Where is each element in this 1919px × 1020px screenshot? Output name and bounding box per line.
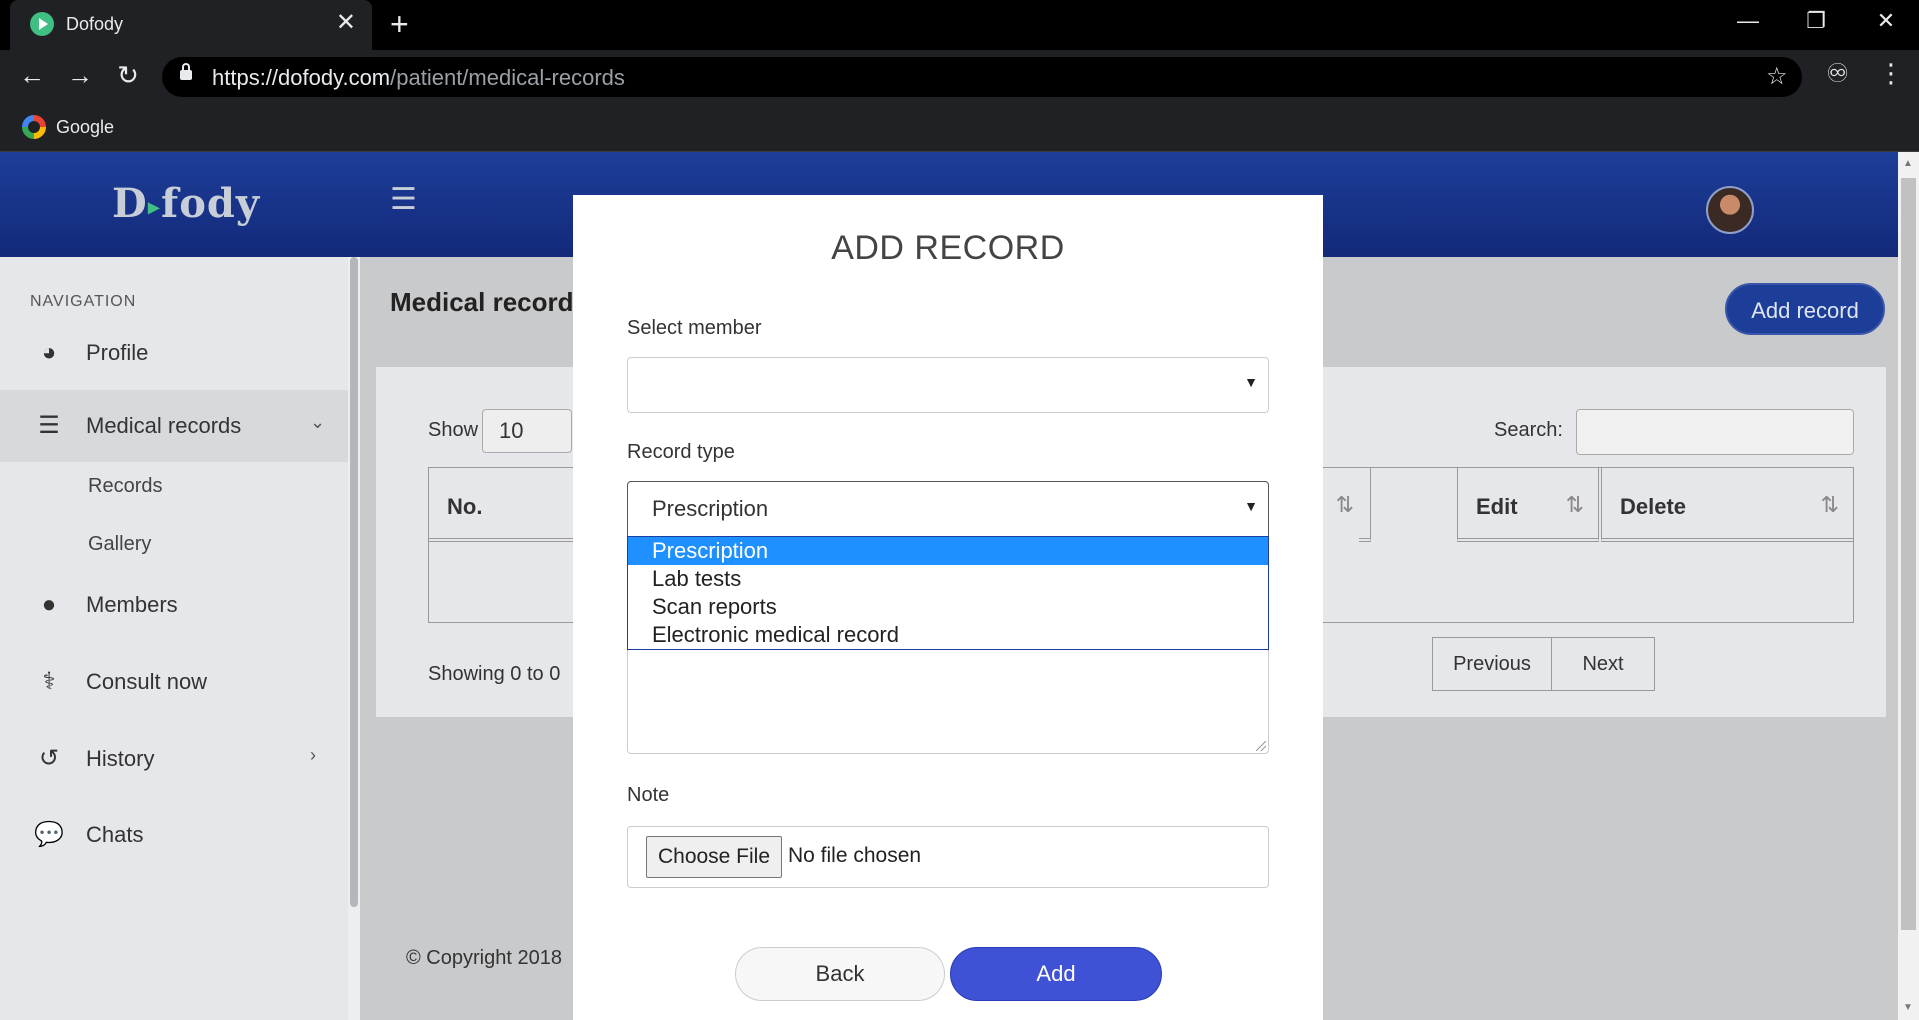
record-type-options-list: Prescription Lab tests Scan reports Elec… [627,536,1269,650]
address-bar[interactable]: https://dofody.com/patient/medical-recor… [162,57,1802,97]
chevron-down-icon: ⌄ [310,412,326,432]
select-member-label: Select member [627,317,762,339]
bookmark-star-icon[interactable]: ☆ [1766,65,1788,89]
dashboard-icon: ◕ [41,339,57,366]
column-header-hidden: ⇅ [1336,468,1371,542]
option-lab-tests[interactable]: Lab tests [628,565,1268,593]
dropdown-arrow-icon: ▼ [1244,374,1258,390]
avatar[interactable] [1706,186,1754,234]
sort-icon: ⇅ [1820,492,1839,517]
page-scrollbar-thumb[interactable] [1901,178,1916,930]
incognito-icon[interactable]: ♾ [1826,60,1849,86]
restore-icon[interactable]: ❐ [1796,8,1836,34]
bookmark-google[interactable]: Google [56,117,114,138]
tab-title: Dofody [66,14,124,34]
sidebar-item-medical-records[interactable]: ☰ Medical records ⌄ [0,390,348,462]
new-tab-icon[interactable]: + [390,8,409,40]
browser-toolbar: ← → ↻ https://dofody.com/patient/medical… [0,50,1919,102]
chevron-right-icon: › [310,745,316,765]
hamburger-menu-icon[interactable]: ☰ [390,182,417,217]
back-button[interactable]: Back [735,947,945,1001]
next-page-button[interactable]: Next [1551,637,1655,691]
entries-select[interactable]: 10 [482,409,572,453]
sidebar: NAVIGATION ◕ Profile ☰ Medical records ⌄… [0,257,348,1020]
option-scan-reports[interactable]: Scan reports [628,593,1268,621]
record-type-label: Record type [627,441,735,463]
url-text: https://dofody.com/patient/medical-recor… [212,65,625,90]
page-scrollbar[interactable]: ▲ ▼ [1898,152,1919,1020]
choose-file-button[interactable]: Choose File [646,836,782,878]
scroll-down-icon[interactable]: ▼ [1903,1002,1913,1013]
search-input[interactable] [1576,409,1854,455]
bookmarks-bar: Google [0,102,1919,152]
nav-heading: NAVIGATION [30,293,137,310]
sidebar-scrollbar[interactable] [348,257,360,1020]
menu-kebab-icon[interactable]: ⋮ [1878,60,1904,86]
sidebar-item-consult-now[interactable]: ⚕ Consult now [0,646,348,718]
resize-handle-icon[interactable] [1256,741,1266,751]
lock-icon [180,63,192,80]
close-tab-icon[interactable]: ✕ [336,11,356,35]
file-upload-field: Choose File No file chosen [627,826,1269,888]
sidebar-subitem-gallery[interactable]: Gallery [88,533,151,556]
dropdown-arrow-icon: ▼ [1244,498,1258,514]
chat-icon: 💬 [34,821,64,848]
add-record-button[interactable]: Add record [1725,283,1885,335]
sort-icon: ⇅ [1335,492,1354,517]
minimize-icon[interactable]: — [1728,8,1768,34]
close-window-icon[interactable]: ✕ [1866,8,1906,34]
record-type-dropdown[interactable]: Prescription ▼ [627,481,1269,537]
previous-page-button[interactable]: Previous [1432,637,1552,691]
option-electronic-medical-record[interactable]: Electronic medical record [628,621,1268,649]
back-arrow-icon[interactable]: ← [16,62,48,88]
scroll-up-icon[interactable]: ▲ [1903,158,1913,169]
add-record-modal: ADD RECORD Select member ▼ Record type P… [573,195,1323,1020]
column-header-delete[interactable]: Delete ⇅ [1601,468,1853,542]
play-icon: ▶ [147,197,161,217]
description-textarea[interactable] [627,650,1269,754]
column-header-edit[interactable]: Edit ⇅ [1457,468,1599,542]
sidebar-item-members[interactable]: ● Members [0,569,348,641]
browser-tab-strip: Dofody ✕ + — ❐ ✕ [0,0,1919,50]
sidebar-item-history[interactable]: ↺ History › [0,723,348,795]
stethoscope-icon: ⚕ [42,668,56,695]
sidebar-item-chats[interactable]: 💬 Chats [0,799,348,871]
select-member-dropdown[interactable]: ▼ [627,357,1269,413]
history-icon: ↺ [38,745,60,772]
footer-copyright: © Copyright 2018 [406,947,562,969]
page-title: Medical records [390,287,588,317]
search-label: Search: [1494,419,1563,441]
dofody-logo[interactable]: D▶fody [112,180,260,227]
list-icon: ☰ [38,412,60,439]
showing-info: Showing 0 to 0 [428,663,561,685]
forward-arrow-icon[interactable]: → [64,62,96,88]
sidebar-subitem-records[interactable]: Records [88,475,162,498]
dofody-favicon-icon [30,12,54,36]
show-label: Show [428,419,479,441]
sidebar-scrollbar-thumb[interactable] [350,257,358,907]
user-icon: ● [41,591,57,618]
modal-title: ADD RECORD [831,229,1065,267]
option-prescription[interactable]: Prescription [628,537,1268,565]
reload-icon[interactable]: ↻ [112,62,144,88]
no-file-text: No file chosen [788,844,922,867]
add-button[interactable]: Add [950,947,1162,1001]
google-icon [22,115,46,139]
note-label: Note [627,784,670,806]
sidebar-item-profile[interactable]: ◕ Profile [0,317,348,389]
browser-tab[interactable]: Dofody ✕ [10,0,372,50]
sort-icon: ⇅ [1565,492,1584,517]
